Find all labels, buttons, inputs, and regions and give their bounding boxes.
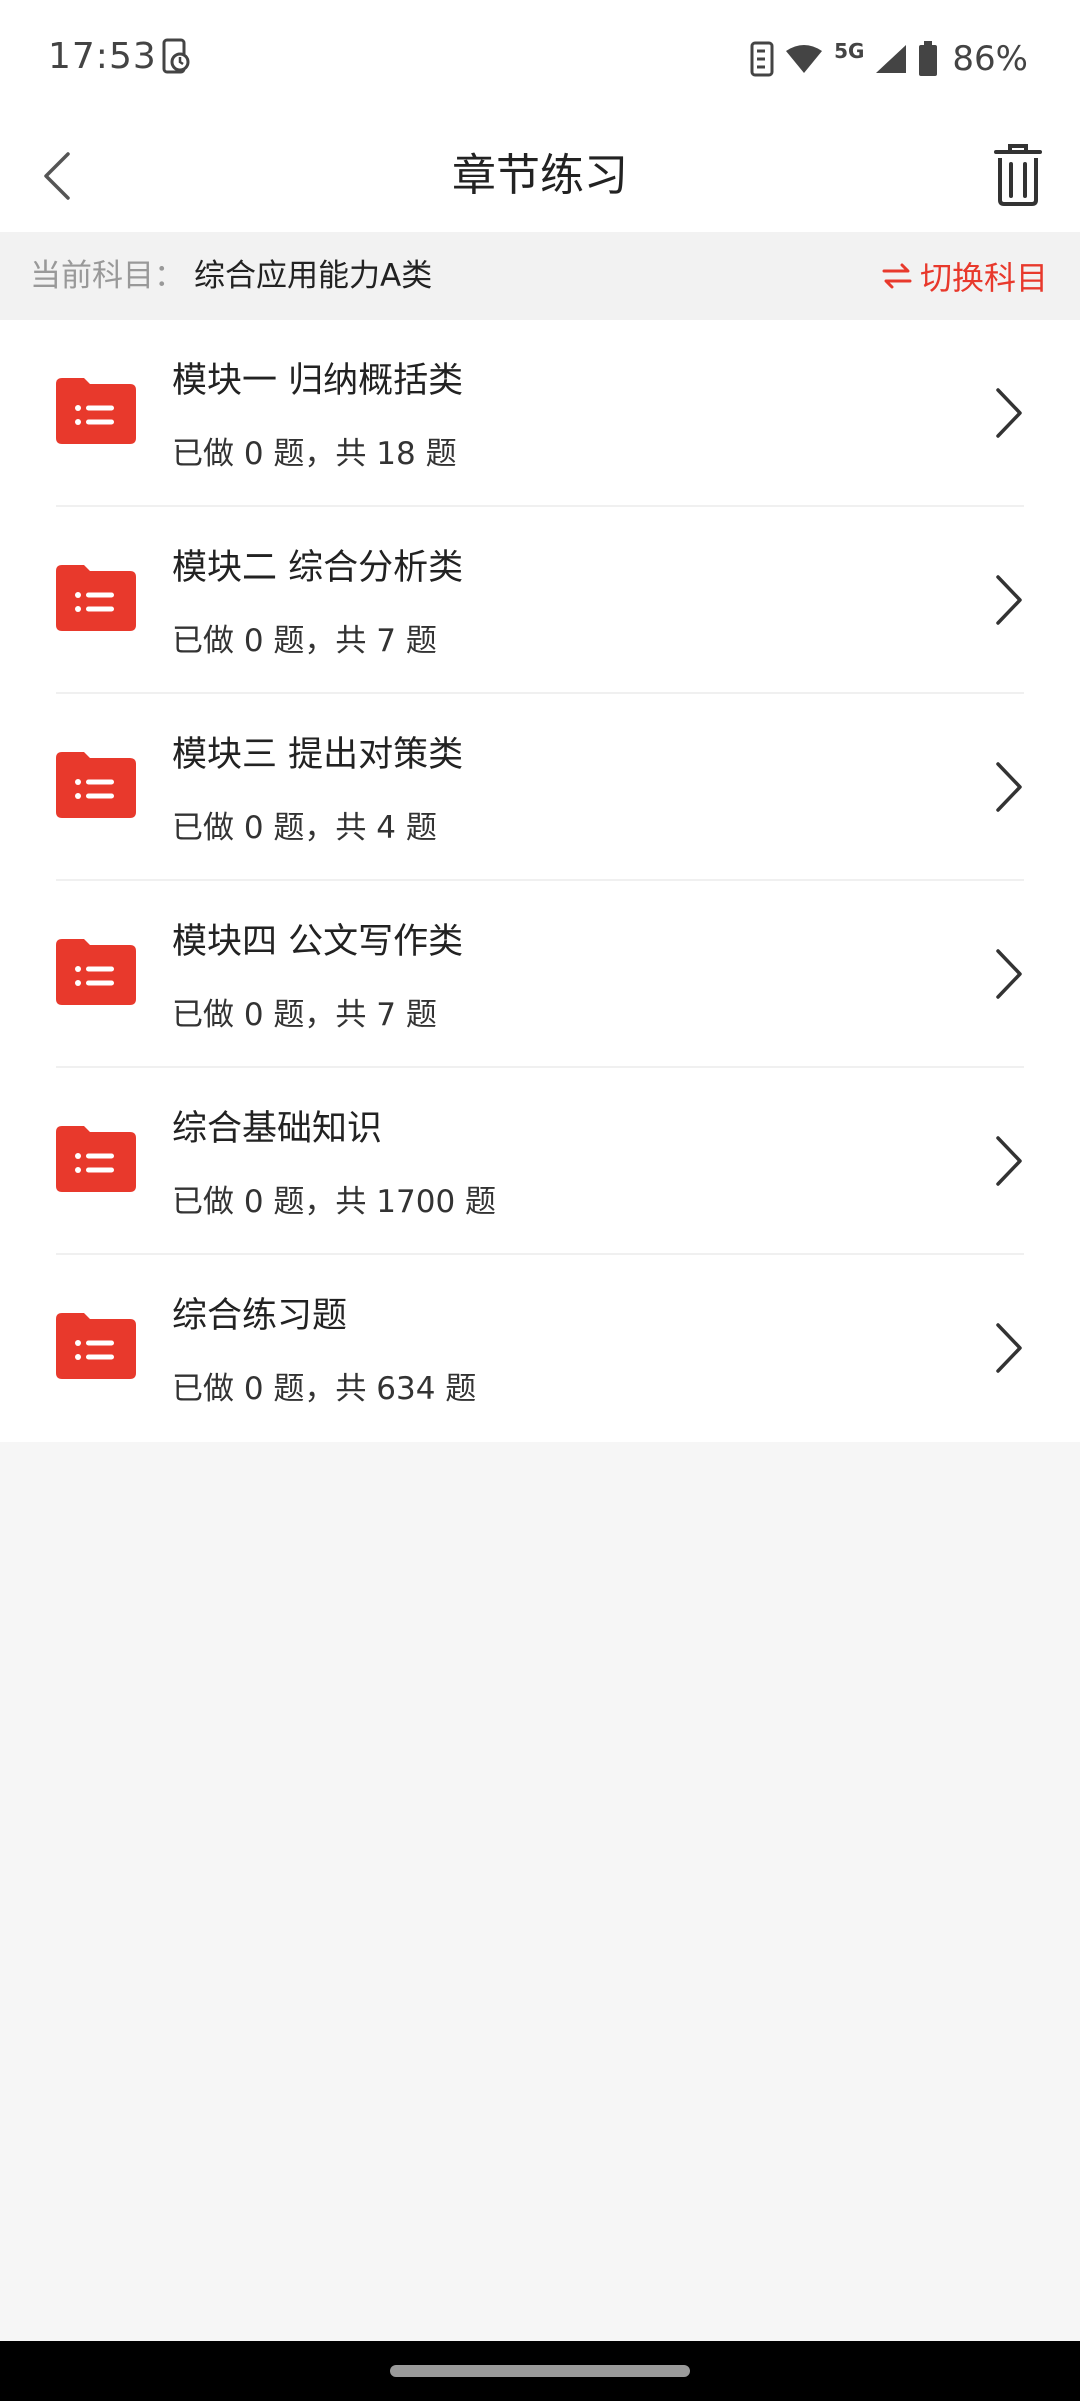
chevron-right-icon: [996, 1136, 1022, 1186]
switch-subject-button[interactable]: 切换科目: [882, 252, 1048, 300]
chapter-progress: 已做 0 题，共 1700 题: [172, 1184, 497, 1220]
chapter-list: 模块一 归纳概括类 已做 0 题，共 18 题 模块二 综合分析类 已做 0 题…: [0, 320, 1080, 1442]
battery-icon: [919, 41, 938, 76]
subject-bar: 当前科目： 综合应用能力A类 切换科目: [0, 232, 1080, 320]
chapter-title: 模块二 综合分析类: [172, 548, 464, 588]
network-type: 5G: [834, 39, 865, 63]
chapter-title: 模块四 公文写作类: [172, 922, 464, 962]
chapter-title: 模块三 提出对策类: [172, 735, 464, 775]
folder-list-icon: [56, 378, 136, 444]
home-gesture-handle[interactable]: [390, 2365, 690, 2377]
status-time: 17:53: [48, 36, 157, 77]
chapter-title: 模块一 归纳概括类: [172, 361, 464, 401]
folder-list-icon: [56, 565, 136, 631]
subject-label: 当前科目：: [30, 258, 185, 294]
chapter-item[interactable]: 综合基础知识 已做 0 题，共 1700 题: [0, 1068, 1080, 1255]
chapter-item[interactable]: 综合练习题 已做 0 题，共 634 题: [0, 1255, 1080, 1442]
chapter-item[interactable]: 模块一 归纳概括类 已做 0 题，共 18 题: [0, 320, 1080, 507]
wifi-icon: [786, 45, 823, 73]
chapter-progress: 已做 0 题，共 18 题: [172, 436, 457, 472]
status-bar: 17:53 5G 86%: [0, 0, 1080, 120]
folder-list-icon: [56, 939, 136, 1005]
chapter-progress: 已做 0 题，共 7 题: [172, 623, 437, 659]
chevron-right-icon: [996, 388, 1022, 438]
folder-list-icon: [56, 1313, 136, 1379]
folder-list-icon: [56, 1126, 136, 1192]
chevron-right-icon: [996, 949, 1022, 999]
chevron-right-icon: [996, 575, 1022, 625]
chevron-right-icon: [996, 1323, 1022, 1373]
chapter-progress: 已做 0 题，共 7 题: [172, 997, 437, 1033]
chevron-right-icon: [996, 762, 1022, 812]
trash-icon[interactable]: [992, 142, 1044, 206]
switch-subject-label: 切换科目: [919, 259, 1048, 297]
chapter-item[interactable]: 模块二 综合分析类 已做 0 题，共 7 题: [0, 507, 1080, 694]
chapter-item[interactable]: 模块四 公文写作类 已做 0 题，共 7 题: [0, 881, 1080, 1068]
screen-rotation-icon: [162, 38, 190, 74]
chapter-item[interactable]: 模块三 提出对策类 已做 0 题，共 4 题: [0, 694, 1080, 881]
nav-bar: 章节练习: [0, 120, 1080, 232]
chapter-title: 综合基础知识: [172, 1109, 383, 1149]
chapter-progress: 已做 0 题，共 634 题: [172, 1371, 477, 1407]
nfc-icon: [750, 41, 774, 77]
signal-icon: [876, 45, 907, 73]
chapter-title: 综合练习题: [172, 1296, 348, 1336]
subject-value: 综合应用能力A类: [194, 258, 433, 294]
chapter-progress: 已做 0 题，共 4 题: [172, 810, 437, 846]
swap-arrows-icon: [882, 263, 912, 289]
status-icons: 5G 86%: [750, 36, 1028, 82]
folder-list-icon: [56, 752, 136, 818]
battery-level: 86%: [952, 39, 1028, 79]
gesture-nav-bar: [0, 2341, 1080, 2401]
page-title: 章节练习: [452, 150, 628, 201]
